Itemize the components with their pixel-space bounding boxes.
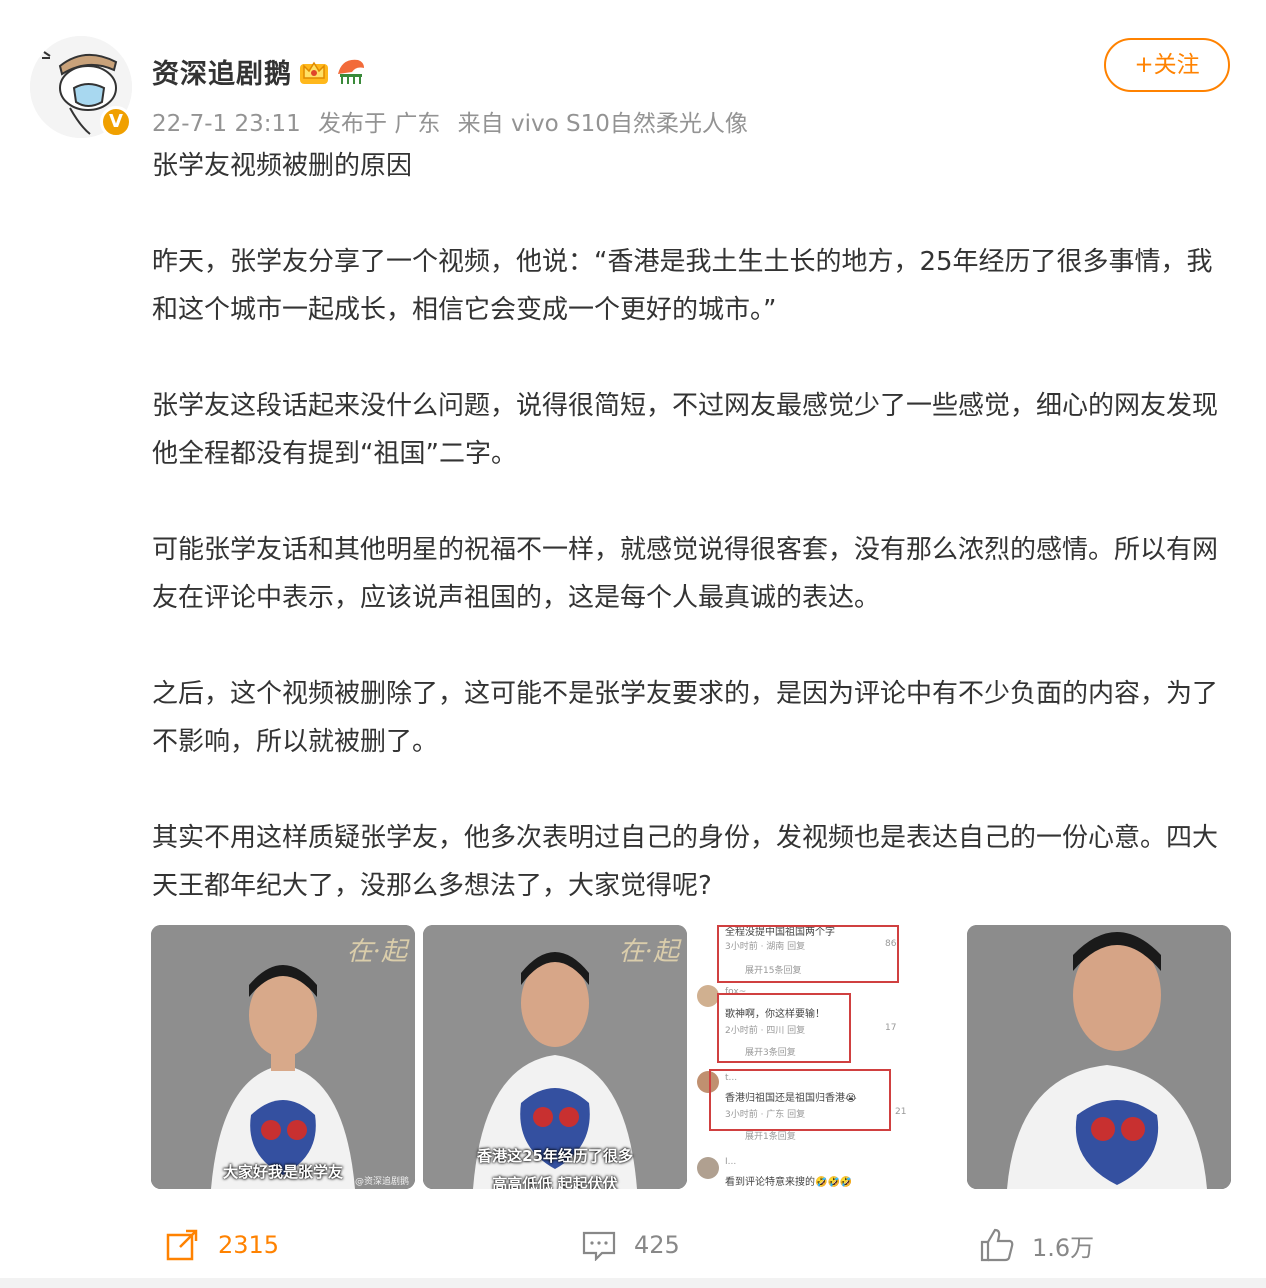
post-paragraph: 之后，这个视频被删除了，这可能不是张学友要求的，是因为评论中有不少负面的内容，为… [152,679,1219,757]
image-watermark: @资深追剧鹅 [354,1177,409,1187]
action-bar: 2315 425 1.6万 [0,1215,1266,1275]
post-source: 来自 vivo S10自然柔光人像 [457,111,748,137]
signature-watermark: 在·起 [346,937,407,967]
comment-button[interactable]: 425 [582,1215,680,1275]
comment-likes: 21 [895,1107,907,1117]
person-illustration [967,925,1231,1189]
post-image-1[interactable]: 在·起 大家好我是张学友 @资深追剧鹅 [151,925,415,1189]
share-count: 2315 [218,1231,280,1259]
post-time[interactable]: 22-7-1 23:11 [152,111,301,137]
thumbs-up-icon [980,1228,1014,1262]
like-button[interactable]: 1.6万 [980,1215,1094,1275]
comment-user: I... [725,1157,737,1167]
video-caption: 香港这25年经历了很多 [477,1147,633,1165]
crown-icon [300,61,328,84]
image-grid: 在·起 大家好我是张学友 @资深追剧鹅 在·起 香港这25年经历了很多 高高低低… [151,925,1231,1189]
comment-icon [582,1231,616,1261]
post-image-3[interactable]: 全程没提中国祖国两个字 3小时前 · 湖南 回复 86 展开15条回复 fox~… [695,925,959,1189]
comment-likes: 17 [885,1023,897,1033]
post-title: 张学友视频被删的原因 [152,151,413,181]
post-location: 发布于 广东 [318,111,441,137]
share-button[interactable]: 2315 [166,1215,279,1275]
bird-icon [338,59,364,84]
username[interactable]: 资深追剧鹅 [152,52,292,91]
post-meta: 22-7-1 23:11 发布于 广东 来自 vivo S10自然柔光人像 [152,104,758,138]
post-image-2[interactable]: 在·起 香港这25年经历了很多 高高低低 起起伏伏 [423,925,687,1189]
post-paragraph: 可能张学友话和其他明星的祝福不一样，就感觉说得很客套，没有那么浓烈的感情。所以有… [152,535,1219,613]
signature-watermark: 在·起 [618,937,679,967]
comment-count: 425 [634,1231,680,1259]
share-icon [166,1229,198,1261]
avatar [697,1157,719,1179]
like-count: 1.6万 [1032,1233,1095,1262]
post-paragraph: 昨天，张学友分享了一个视频，他说：“香港是我土生土长的地方，25年经历了很多事情… [152,247,1213,325]
post-paragraph: 其实不用这样质疑张学友，他多次表明过自己的身份，发视频也是表达自己的一份心意。四… [152,823,1219,901]
video-caption: 高高低低 起起伏伏 [492,1175,618,1189]
comment-text: 看到评论特意来搜的🤣🤣🤣 [725,1177,853,1188]
post-paragraph: 张学友这段话起来没什么问题，说得很简短，不过网友最感觉少了一些感觉，细心的网友发… [152,391,1219,469]
verified-v-icon: V [100,106,132,138]
follow-button[interactable]: +关注 [1104,38,1230,92]
post-body: 张学友视频被删的原因 昨天，张学友分享了一个视频，他说：“香港是我土生土长的地方… [152,142,1232,958]
bottom-divider [0,1278,1266,1288]
avatar [697,985,719,1007]
post-image-4[interactable] [967,925,1231,1189]
